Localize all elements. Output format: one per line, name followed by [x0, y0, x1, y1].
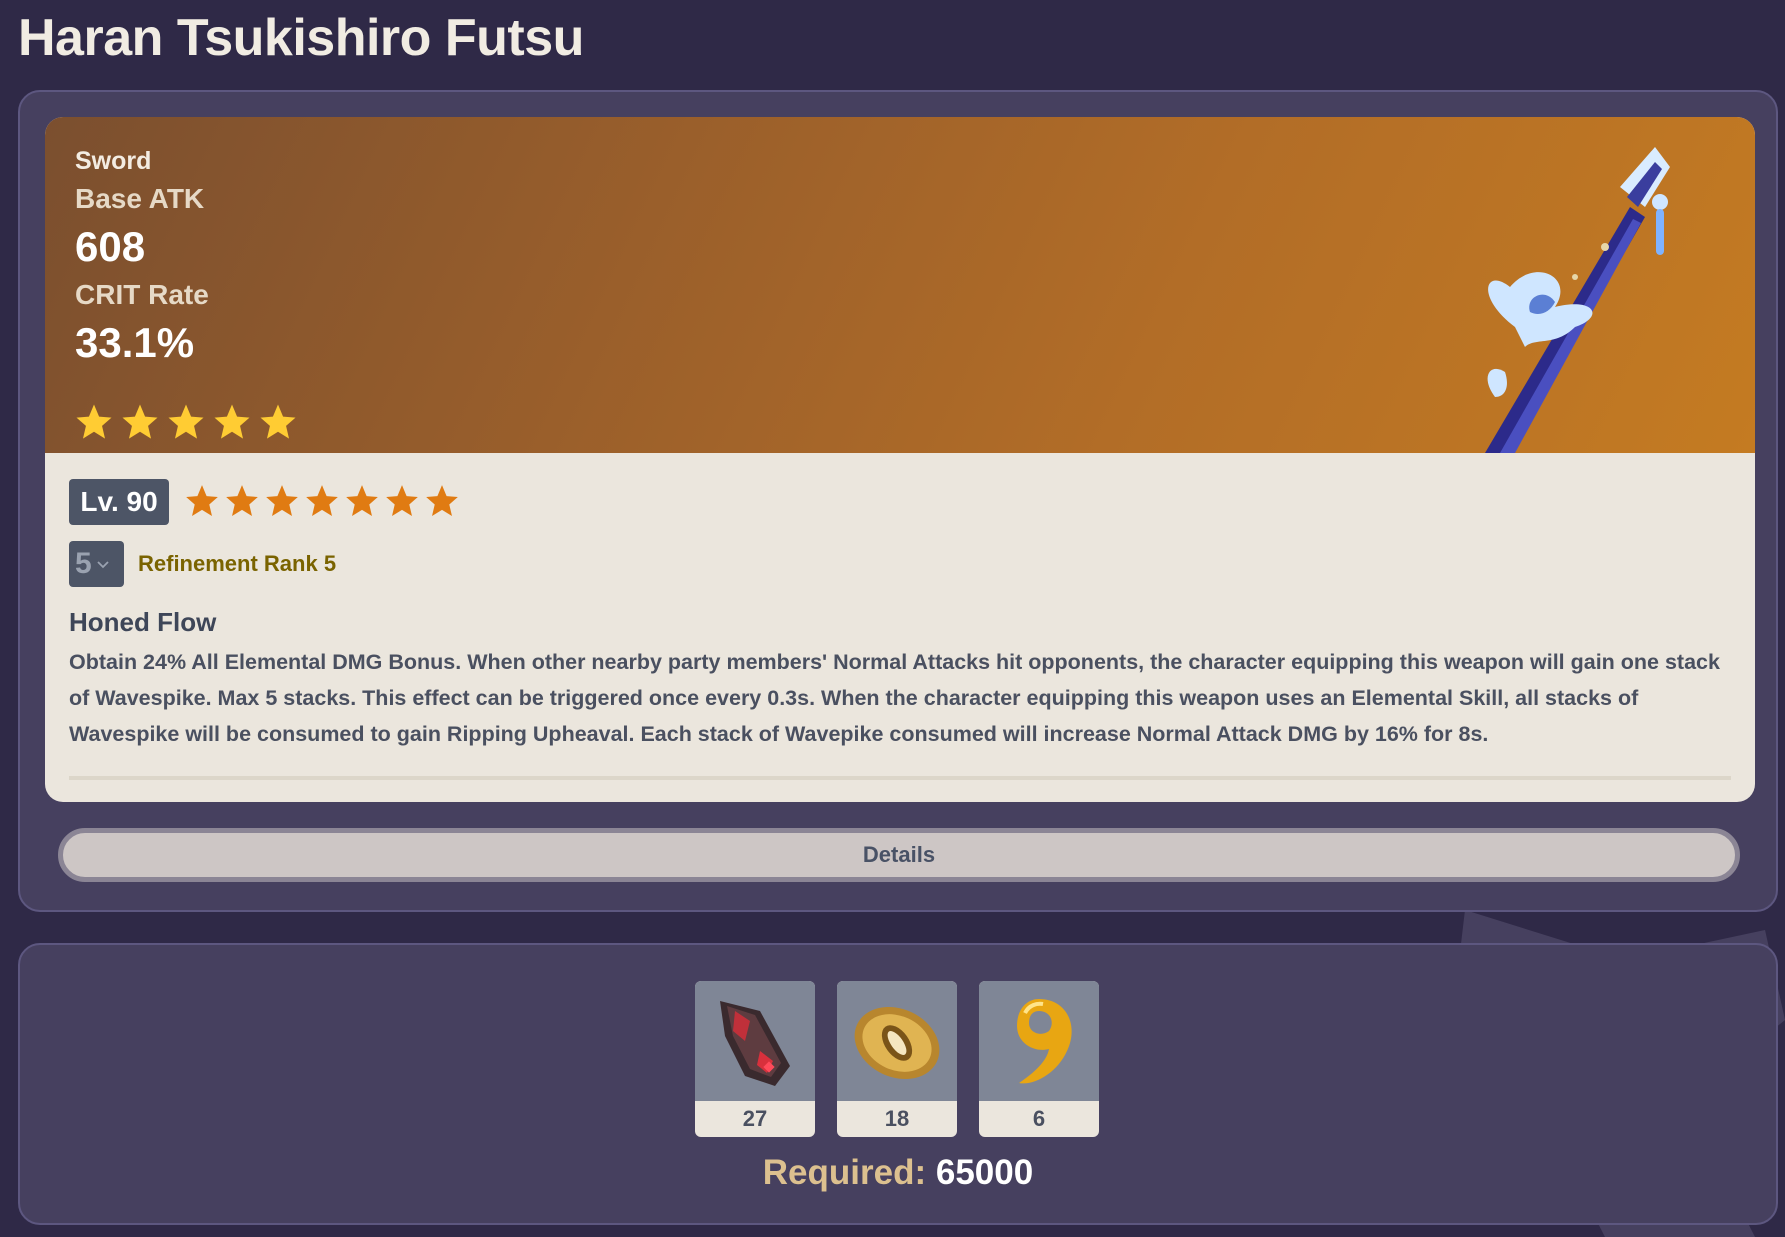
- material-item[interactable]: 27: [695, 981, 815, 1137]
- base-atk-value: 608: [75, 223, 146, 270]
- golden-spiral-material-icon: [1017, 999, 1072, 1084]
- material-count: 6: [1032, 1106, 1046, 1131]
- star-icon: [122, 404, 158, 439]
- weapon-card-body: Lv. 90 5 Refinement Rank 5 Honed Flow Ob…: [45, 453, 1755, 802]
- ascension-star-icon[interactable]: [263, 481, 301, 521]
- material-item[interactable]: 18: [837, 981, 957, 1137]
- sword-weapon-art-icon: [1485, 147, 1670, 453]
- material-thumbnail: [979, 981, 1099, 1101]
- ascension-star-icon[interactable]: [343, 481, 381, 521]
- ascension-stars[interactable]: [183, 481, 461, 521]
- divider: [69, 776, 1731, 780]
- substat-label: CRIT Rate: [75, 279, 209, 310]
- star-icon: [76, 404, 112, 439]
- refinement-select[interactable]: 5: [69, 541, 124, 587]
- weapon-card-header: Sword Base ATK 608 CRIT Rate 33.1%: [45, 117, 1755, 453]
- level-badge[interactable]: Lv. 90: [69, 479, 169, 525]
- required-value: 65000: [935, 1153, 1034, 1192]
- ascension-star-icon[interactable]: [303, 481, 341, 521]
- substat-value: 33.1%: [75, 319, 195, 366]
- page-title: Haran Tsukishiro Futsu: [18, 9, 584, 67]
- weapon-type: Sword: [75, 147, 152, 175]
- material-item[interactable]: 6: [979, 981, 1099, 1137]
- refinement-select-value: 5: [75, 547, 92, 580]
- required-label: Required:: [762, 1153, 927, 1192]
- weapon-card: Sword Base ATK 608 CRIT Rate 33.1% Lv. 9…: [45, 117, 1755, 802]
- weapon-panel: Sword Base ATK 608 CRIT Rate 33.1% Lv. 9…: [18, 90, 1778, 912]
- material-count: 18: [884, 1106, 910, 1131]
- base-atk-label: Base ATK: [75, 183, 205, 214]
- ascension-star-icon[interactable]: [223, 481, 261, 521]
- star-icon: [168, 404, 204, 439]
- passive-name: Honed Flow: [69, 607, 217, 637]
- ascension-star-icon[interactable]: [183, 481, 221, 521]
- star-icon: [260, 404, 296, 439]
- refinement-label: Refinement Rank 5: [138, 551, 337, 576]
- rarity-stars: [73, 401, 299, 443]
- ascension-star-icon[interactable]: [383, 481, 421, 521]
- crimson-crystal-material-icon: [720, 1001, 790, 1086]
- material-thumbnail: [837, 981, 957, 1101]
- required-mora: Required: 65000: [20, 1153, 1776, 1193]
- material-thumbnail: [695, 981, 815, 1101]
- passive-description: Obtain 24% All Elemental DMG Bonus. When…: [69, 650, 1720, 746]
- ascension-star-icon[interactable]: [423, 481, 461, 521]
- materials-panel: 27 18 6 Required: 65000: [18, 943, 1778, 1225]
- star-icon: [214, 404, 250, 439]
- material-count: 27: [742, 1106, 768, 1131]
- materials-list: 27 18 6: [695, 981, 1099, 1137]
- chevron-down-icon: [97, 561, 109, 569]
- details-button[interactable]: Details: [58, 828, 1740, 882]
- golden-guard-material-icon: [854, 1007, 940, 1079]
